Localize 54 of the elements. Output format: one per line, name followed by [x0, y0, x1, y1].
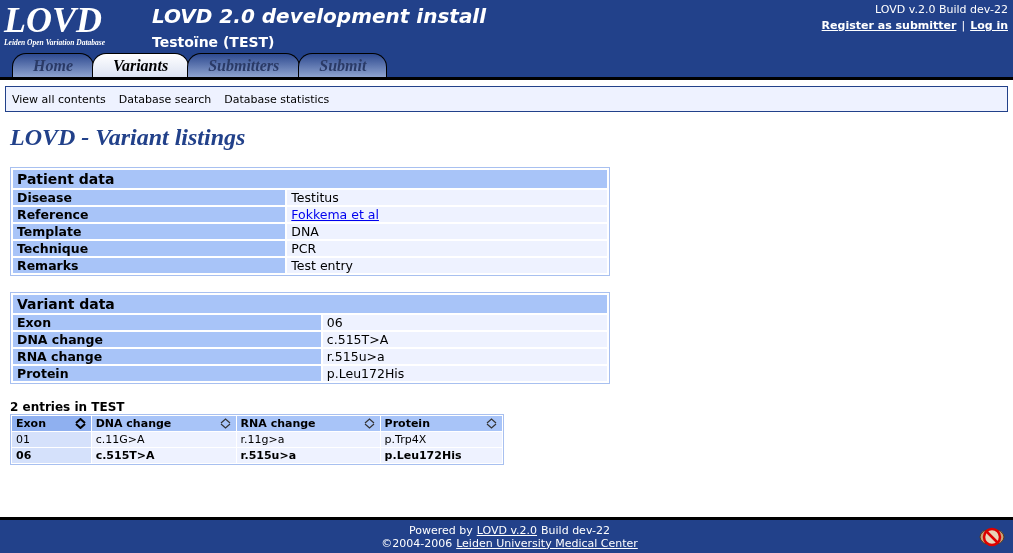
field-label: Template [13, 224, 286, 239]
table-cell: c.515T>A [91, 448, 236, 463]
header-link[interactable]: Log in [970, 19, 1008, 32]
field-value: p.Leu172His [322, 366, 607, 381]
no-bug-icon [979, 525, 1005, 548]
column-header[interactable]: DNA change [91, 416, 236, 431]
field-label: DNA change [13, 332, 321, 347]
field-label: Disease [13, 190, 286, 205]
table-cell: p.Trp4X [380, 432, 502, 447]
header-link[interactable]: Register as submitter [821, 19, 957, 32]
column-header[interactable]: RNA change [236, 416, 380, 431]
field-value: 06 [322, 315, 607, 330]
field-value: c.515T>A [322, 332, 607, 347]
field-label: Remarks [13, 258, 286, 273]
field-value: r.515u>a [322, 349, 607, 364]
build-text: LOVD v.2.0 Build dev-22 [875, 3, 1008, 16]
field-value: Test entry [287, 258, 607, 273]
field-label: Reference [13, 207, 286, 222]
field-label: RNA change [13, 349, 321, 364]
table-heading: Variant data [13, 295, 607, 313]
footer-link[interactable]: Leiden University Medical Center [456, 536, 638, 550]
table-cell: r.515u>a [236, 448, 380, 463]
table-cell: 01 [12, 432, 91, 447]
entries-caption: 2 entries in TEST [10, 400, 126, 414]
table-cell: r.11g>a [236, 432, 380, 447]
footer-link[interactable]: LOVD v.2.0 [476, 523, 538, 537]
menu-link[interactable]: Database search [118, 92, 212, 106]
gene-title: Testoïne (TEST) [152, 34, 276, 50]
field-label: Exon [13, 315, 321, 330]
sort-icon [73, 418, 87, 429]
table-cell: c.11G>A [91, 432, 236, 447]
site-title: LOVD 2.0 development install [152, 4, 487, 28]
separator: | [961, 19, 966, 32]
sort-icon [218, 418, 232, 429]
table-heading: Patient data [13, 170, 607, 188]
field-label: Protein [13, 366, 321, 381]
tab[interactable]: Variants [92, 53, 190, 77]
sort-icon [362, 418, 376, 429]
field-label: Technique [13, 241, 286, 256]
menu-link[interactable]: Database statistics [224, 92, 330, 106]
logo-text: LOVD [4, 2, 102, 38]
column-header[interactable]: Exon [12, 416, 91, 431]
menu-link[interactable]: View all contents [12, 92, 106, 106]
footer-text: Powered by [408, 523, 473, 537]
footer-text: Build dev-22 [541, 523, 611, 537]
page-title: LOVD - Variant listings [10, 124, 247, 151]
sort-icon [485, 418, 498, 429]
field-value: PCR [287, 241, 607, 256]
field-value: DNA [287, 224, 607, 239]
table-cell: p.Leu172His [380, 448, 502, 463]
column-header[interactable]: Protein [380, 416, 502, 431]
footer-text: ©2004-2006 [381, 536, 453, 550]
table-cell: 06 [12, 448, 91, 463]
field-value: Testitus [287, 190, 607, 205]
